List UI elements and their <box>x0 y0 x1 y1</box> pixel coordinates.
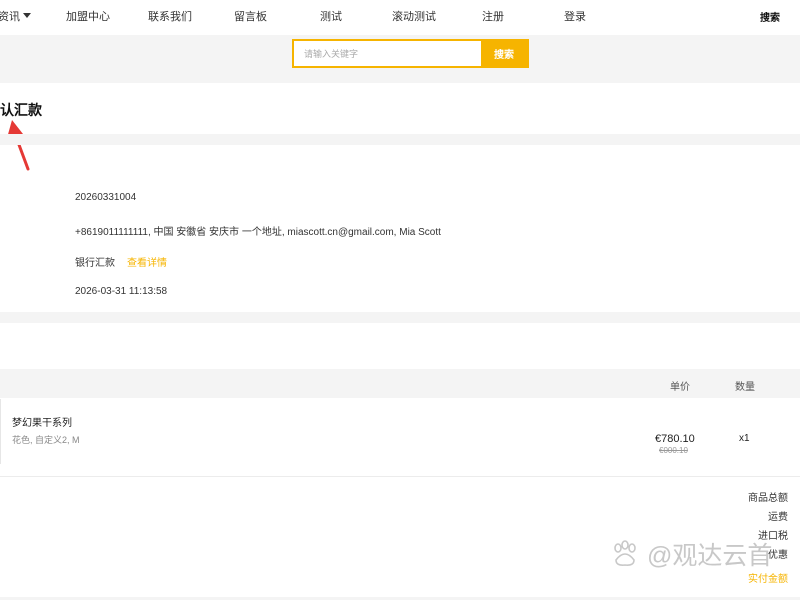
summary-total-label: 实付金额 <box>748 574 788 585</box>
search-input[interactable] <box>294 41 481 66</box>
watermark-text: @观达云首 <box>647 542 773 570</box>
product-variant: 花色, 自定义2, M <box>12 435 80 445</box>
nav-item-login[interactable]: 登录 <box>564 8 586 24</box>
shipping-address: +8619011111111, 中国 安徽省 安庆市 一个地址, miascot… <box>75 227 441 238</box>
row-border <box>0 399 1 464</box>
nav-item-news[interactable]: 资讯 <box>0 8 31 24</box>
top-navigation: 资讯 加盟中心 联系我们 留言板 测试 滚动测试 注册 登录 搜索 <box>0 0 800 32</box>
watermark: @观达云首 <box>611 536 772 572</box>
summary-subtotal-label: 商品总额 <box>748 493 788 504</box>
nav-item-contact[interactable]: 联系我们 <box>148 8 192 24</box>
payment-method: 银行汇款 <box>75 258 115 269</box>
nav-item-test[interactable]: 测试 <box>320 8 342 24</box>
search-button[interactable]: 搜索 <box>481 41 527 66</box>
nav-item-scroll-test[interactable]: 滚动测试 <box>392 8 436 24</box>
payment-method-row: 银行汇款 查看详情 <box>75 254 167 269</box>
page-title: 认汇款 <box>0 102 42 118</box>
product-quantity: x1 <box>739 433 750 444</box>
nav-item-register[interactable]: 注册 <box>482 8 504 24</box>
product-price: €780.10 <box>655 433 695 445</box>
nav-item-franchise[interactable]: 加盟中心 <box>66 8 110 24</box>
product-name[interactable]: 梦幻果干系列 <box>12 414 72 429</box>
paw-logo-icon <box>614 540 636 566</box>
nav-item-message-board[interactable]: 留言板 <box>234 8 267 24</box>
column-header-quantity: 数量 <box>735 382 755 393</box>
nav-item-label: 资讯 <box>0 11 20 23</box>
caret-down-icon <box>23 13 31 18</box>
summary-shipping-label: 运费 <box>768 512 788 523</box>
nav-search-link[interactable]: 搜索 <box>760 9 780 24</box>
product-original-price: €000.10 <box>659 446 688 455</box>
product-table-header: 单价 数量 <box>0 369 800 398</box>
order-number: 20260331004 <box>75 192 137 203</box>
divider <box>0 476 800 477</box>
column-header-price: 单价 <box>670 382 690 393</box>
section-divider <box>0 312 800 323</box>
view-detail-link[interactable]: 查看详情 <box>127 258 167 269</box>
search-box: 搜索 <box>292 39 529 68</box>
section-divider <box>0 134 800 145</box>
red-arrow-icon <box>7 120 30 171</box>
search-band: 搜索 <box>0 35 800 83</box>
order-time: 2026-03-31 11:13:58 <box>75 286 168 297</box>
